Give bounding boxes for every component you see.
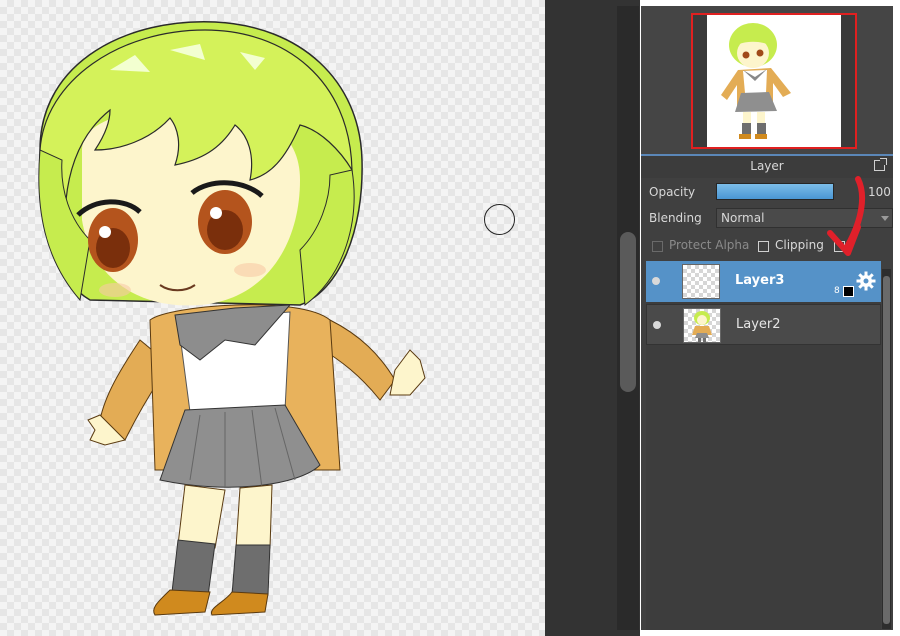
side-panel: Layer Opacity 100 Blending Normal Protec… — [641, 6, 893, 630]
gear-icon[interactable] — [856, 271, 876, 291]
layer-row-layer3[interactable]: Layer3 8 — [646, 261, 881, 302]
opacity-value: 100 — [868, 185, 891, 199]
blending-label: Blending — [649, 211, 702, 225]
window-edge — [893, 0, 900, 636]
layer-name: Layer3 — [735, 273, 785, 288]
protect-alpha-checkbox[interactable] — [652, 241, 663, 252]
navigator-preview[interactable] — [641, 6, 893, 154]
character-artwork — [38, 21, 426, 616]
layer-name: Layer2 — [736, 317, 781, 332]
layer-brush-size: 8 — [834, 286, 840, 296]
layer2-thumbnail-art — [692, 311, 712, 342]
clipping-checkbox[interactable] — [758, 241, 769, 252]
protect-alpha-label: Protect Alpha — [669, 238, 750, 252]
eye-icon[interactable] — [652, 277, 660, 285]
layer-list: Layer3 8 Layer2 — [646, 261, 881, 630]
brush-cursor — [484, 204, 515, 235]
layer-color-swatch — [843, 286, 854, 297]
annotation-arrow — [827, 176, 866, 256]
eye-icon[interactable] — [653, 321, 661, 329]
popout-icon[interactable] — [874, 158, 887, 171]
navigator-thumbnail — [721, 23, 791, 139]
chevron-down-icon — [881, 216, 889, 221]
layer-thumbnail — [683, 308, 721, 343]
canvas-scrollbar-thumb[interactable] — [620, 232, 636, 392]
layer-row-layer2[interactable]: Layer2 — [646, 304, 881, 345]
opacity-label: Opacity — [649, 185, 696, 199]
layer-panel-title: Layer — [750, 159, 784, 173]
layer-thumbnail — [682, 264, 720, 299]
layer-list-scrollbar-thumb[interactable] — [883, 276, 890, 624]
blending-value: Normal — [721, 211, 765, 225]
drawing-canvas[interactable] — [0, 0, 545, 636]
navigator-viewport-frame[interactable] — [691, 13, 857, 149]
